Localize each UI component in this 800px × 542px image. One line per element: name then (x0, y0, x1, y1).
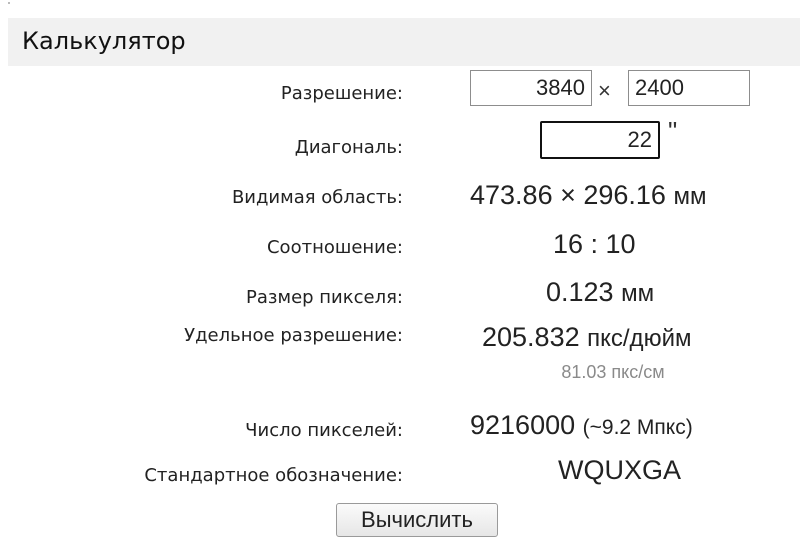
diagonal-input[interactable] (540, 121, 660, 159)
pixel-density-label: Удельное разрешение: (184, 325, 403, 346)
resolution-times-sign: × (598, 78, 611, 103)
resolution-width-input[interactable] (470, 70, 592, 106)
resolution-height-input[interactable] (628, 70, 750, 106)
aspect-ratio-value: 16 : 10 (553, 229, 636, 259)
corner-dot (8, 2, 10, 4)
visible-area-label: Видимая область: (231, 187, 403, 208)
pixel-density-value: 205.832 пкс/дюйм (482, 322, 692, 352)
pixel-size-value: 0.123 мм (546, 277, 655, 307)
pixel-count-value: 9216000 (~9.2 Мпкс) (470, 410, 693, 440)
calculator-header: Калькулятор (8, 18, 800, 66)
inch-unit: " (668, 116, 678, 146)
standard-value: WQUXGA (558, 455, 682, 485)
diagonal-label: Диагональ: (294, 137, 403, 158)
pixel-size-label: Размер пикселя: (246, 287, 403, 308)
pixel-density-per-cm: 81.03 пкс/см (561, 362, 665, 382)
header-title: Калькулятор (22, 27, 186, 55)
visible-area-value: 473.86 × 296.16 мм (470, 180, 707, 210)
resolution-label: Разрешение: (280, 83, 403, 104)
standard-label: Стандартное обозначение: (144, 465, 403, 486)
calculate-button[interactable]: Вычислить (336, 503, 498, 537)
aspect-ratio-label: Соотношение: (266, 237, 403, 258)
pixel-count-label: Число пикселей: (245, 420, 403, 441)
